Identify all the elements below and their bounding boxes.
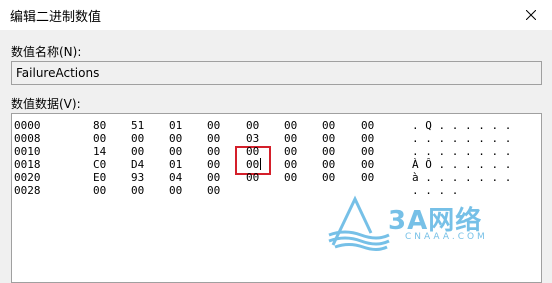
hex-byte[interactable]: 51 (131, 119, 144, 132)
hex-offset: 0028 (14, 184, 41, 197)
hex-byte[interactable]: 00 (284, 119, 297, 132)
hex-byte[interactable]: 14 (93, 145, 106, 158)
hex-byte[interactable]: D4 (131, 158, 144, 171)
hex-byte[interactable]: 00 (93, 184, 106, 197)
text-caret (260, 158, 261, 170)
hex-byte[interactable]: 00 (169, 184, 182, 197)
hex-byte[interactable]: 00 (246, 119, 259, 132)
hex-offset: 0018 (14, 158, 41, 171)
hex-byte[interactable]: 00 (322, 132, 335, 145)
hex-offset: 0020 (14, 171, 41, 184)
window-title: 编辑二进制数值 (10, 10, 102, 25)
hex-ascii: à . . . . . . . (412, 171, 512, 184)
hex-byte[interactable]: 00 (284, 158, 297, 171)
hex-byte[interactable]: 00 (322, 171, 335, 184)
hex-byte[interactable]: 00 (361, 171, 374, 184)
hex-byte[interactable]: 00 (361, 119, 374, 132)
hex-offset: 0010 (14, 145, 41, 158)
hex-byte[interactable]: 80 (93, 119, 106, 132)
hex-ascii: . . . . . . . . (412, 132, 512, 145)
hex-byte[interactable]: 00 (131, 145, 144, 158)
hex-byte[interactable]: 00 (322, 119, 335, 132)
hex-byte[interactable]: 00 (131, 184, 144, 197)
title-bar: 编辑二进制数值 (0, 0, 552, 30)
hex-byte[interactable]: 00 (361, 158, 374, 171)
hex-byte[interactable]: 01 (169, 158, 182, 171)
hex-byte[interactable]: 00 (207, 158, 220, 171)
hex-byte[interactable]: 00 (207, 145, 220, 158)
value-data-label: 数值数据(V): (11, 97, 81, 111)
hex-byte[interactable]: 00 (284, 145, 297, 158)
hex-byte[interactable]: 93 (131, 171, 144, 184)
hex-byte[interactable]: 01 (169, 119, 182, 132)
hex-byte[interactable]: 00 (169, 132, 182, 145)
hex-byte[interactable]: 00 (246, 145, 259, 158)
hex-byte[interactable]: 00 (207, 171, 220, 184)
hex-byte[interactable]: 03 (246, 132, 259, 145)
hex-byte[interactable]: 00 (207, 184, 220, 197)
hex-byte[interactable]: 00 (322, 145, 335, 158)
hex-byte[interactable]: 00 (284, 132, 297, 145)
hex-byte[interactable]: 00 (169, 145, 182, 158)
value-name-field[interactable]: FailureActions (11, 61, 542, 85)
hex-byte[interactable]: 00 (207, 119, 220, 132)
hex-offset: 0008 (14, 132, 41, 145)
watermark-subtext: CNAAA.COM (405, 232, 488, 242)
hex-ascii: À Ô . . . . . . (412, 158, 512, 171)
hex-byte[interactable]: 04 (169, 171, 182, 184)
value-name-label: 数值名称(N): (11, 45, 82, 59)
close-button[interactable] (510, 0, 552, 30)
hex-byte[interactable]: 00 (131, 132, 144, 145)
close-icon (526, 10, 536, 20)
hex-byte[interactable]: 00 (284, 171, 297, 184)
hex-byte[interactable]: 00 (246, 158, 259, 171)
edit-binary-value-dialog: 编辑二进制数值 数值名称(N): FailureActions 数值数据(V):… (0, 0, 552, 283)
hex-byte[interactable]: 00 (361, 132, 374, 145)
hex-byte[interactable]: C0 (93, 158, 106, 171)
hex-byte[interactable]: 00 (361, 145, 374, 158)
hex-byte[interactable]: 00 (322, 158, 335, 171)
hex-byte[interactable]: 00 (246, 171, 259, 184)
hex-byte[interactable]: 00 (207, 132, 220, 145)
hex-ascii: . . . . . . . . (412, 145, 512, 158)
hex-byte[interactable]: 00 (93, 132, 106, 145)
hex-byte[interactable]: E0 (93, 171, 106, 184)
hex-offset: 0000 (14, 119, 41, 132)
hex-ascii: . Q . . . . . . (412, 119, 512, 132)
